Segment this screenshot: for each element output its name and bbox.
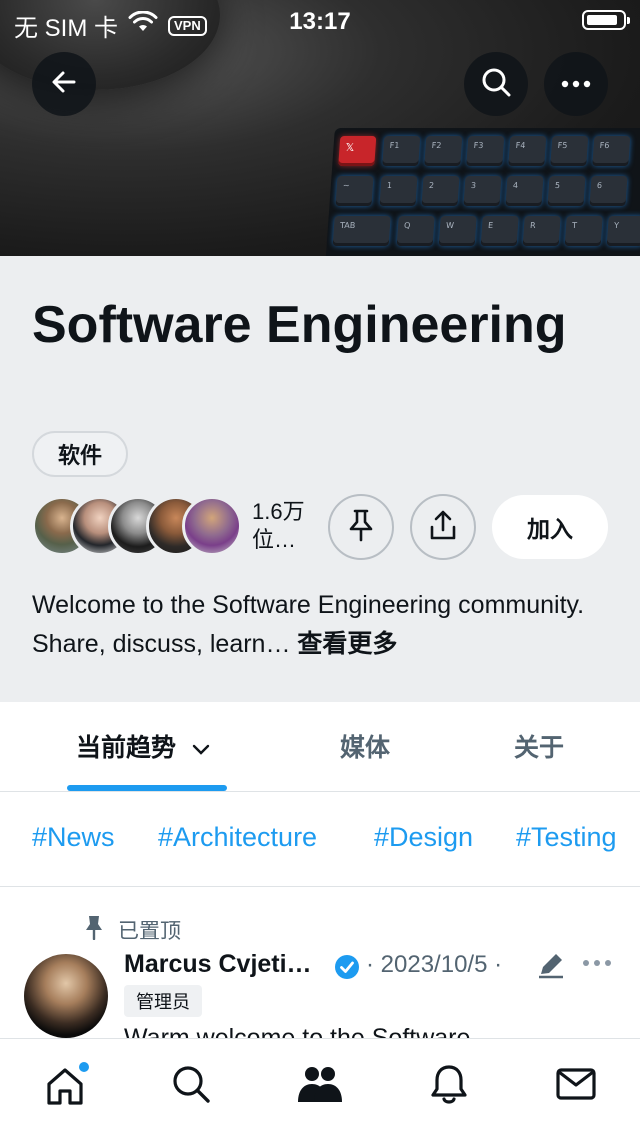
tab-trending[interactable]: 当前趋势 [76,728,211,764]
arrow-left-icon [50,68,78,101]
bottom-navigation [0,1038,640,1136]
community-tabs: 当前趋势 媒体 关于 [0,702,640,792]
hashtag-design[interactable]: #Design [374,822,473,853]
post-more-icon[interactable] [582,954,612,972]
nav-notifications[interactable] [424,1061,474,1111]
tab-about[interactable]: 关于 [514,728,564,764]
edit-icon [536,950,566,985]
search-icon [480,66,512,103]
hashtag-news[interactable]: #News [32,822,115,853]
notifications-icon [427,1062,471,1111]
member-count-text: 1.6万 位… [252,499,305,552]
search-icon [169,1062,213,1111]
nav-search[interactable] [166,1061,216,1111]
tab-trending-label: 当前趋势 [76,734,177,762]
nav-communities[interactable] [295,1061,345,1111]
tab-media[interactable]: 媒体 [340,728,390,764]
avatar [182,496,242,556]
pin-icon [84,914,104,946]
hashtag-architecture[interactable]: #Architecture [158,822,317,853]
community-title: Software Engineering [32,296,567,354]
active-tab-indicator [67,785,227,791]
community-description: Welcome to the Software Engineering comm… [32,586,612,664]
pin-icon [346,508,376,547]
hashtag-filter-bar: #News #Architecture #Design #Testing [0,792,640,887]
join-button[interactable]: 加入 [492,495,608,559]
communities-icon [295,1062,345,1111]
status-bar: 无 SIM 卡 VPN 13:17 [0,0,640,42]
status-time: 13:17 [289,8,351,35]
keyboard-shape: 𝕏 F1 F2 F3 F4 F5 F6 ~ 1 2 3 4 5 6 TAB Q … [325,128,640,256]
home-icon [43,1062,89,1108]
pinned-post[interactable]: 已置顶 Marcus Cvjeti… · 2023/10/5 · 管理员 War… [0,888,640,1038]
member-count[interactable]: 1.6万 位… [252,498,305,554]
share-icon [428,509,458,546]
share-button[interactable] [410,494,476,560]
verified-badge-icon [334,954,360,985]
search-button[interactable] [464,52,528,116]
nav-messages[interactable] [551,1061,601,1111]
chevron-down-icon [191,734,211,762]
see-more-link[interactable]: 查看更多 [297,630,397,658]
hashtag-testing[interactable]: #Testing [516,822,617,853]
battery-icon [582,10,630,30]
more-horizontal-icon [561,75,591,93]
community-tag[interactable]: 软件 [32,431,129,477]
nav-home[interactable] [40,1061,90,1111]
pin-button[interactable] [328,494,394,560]
back-button[interactable] [32,52,96,116]
messages-icon [554,1062,598,1111]
post-text: Warm welcome to the Software [124,1024,471,1038]
post-date: · 2023/10/5 · [366,951,503,978]
pinned-label: 已置顶 [118,920,181,943]
post-author-avatar[interactable] [24,954,108,1038]
post-author-name[interactable]: Marcus Cvjeti… [124,950,312,979]
more-button[interactable] [544,52,608,116]
member-avatars[interactable] [32,496,242,558]
admin-badge: 管理员 [124,985,202,1017]
community-header: Software Engineering 软件 1.6万 位… 加入 Welco… [0,256,640,702]
notification-dot [79,1062,89,1072]
pinned-indicator: 已置顶 [84,914,181,946]
